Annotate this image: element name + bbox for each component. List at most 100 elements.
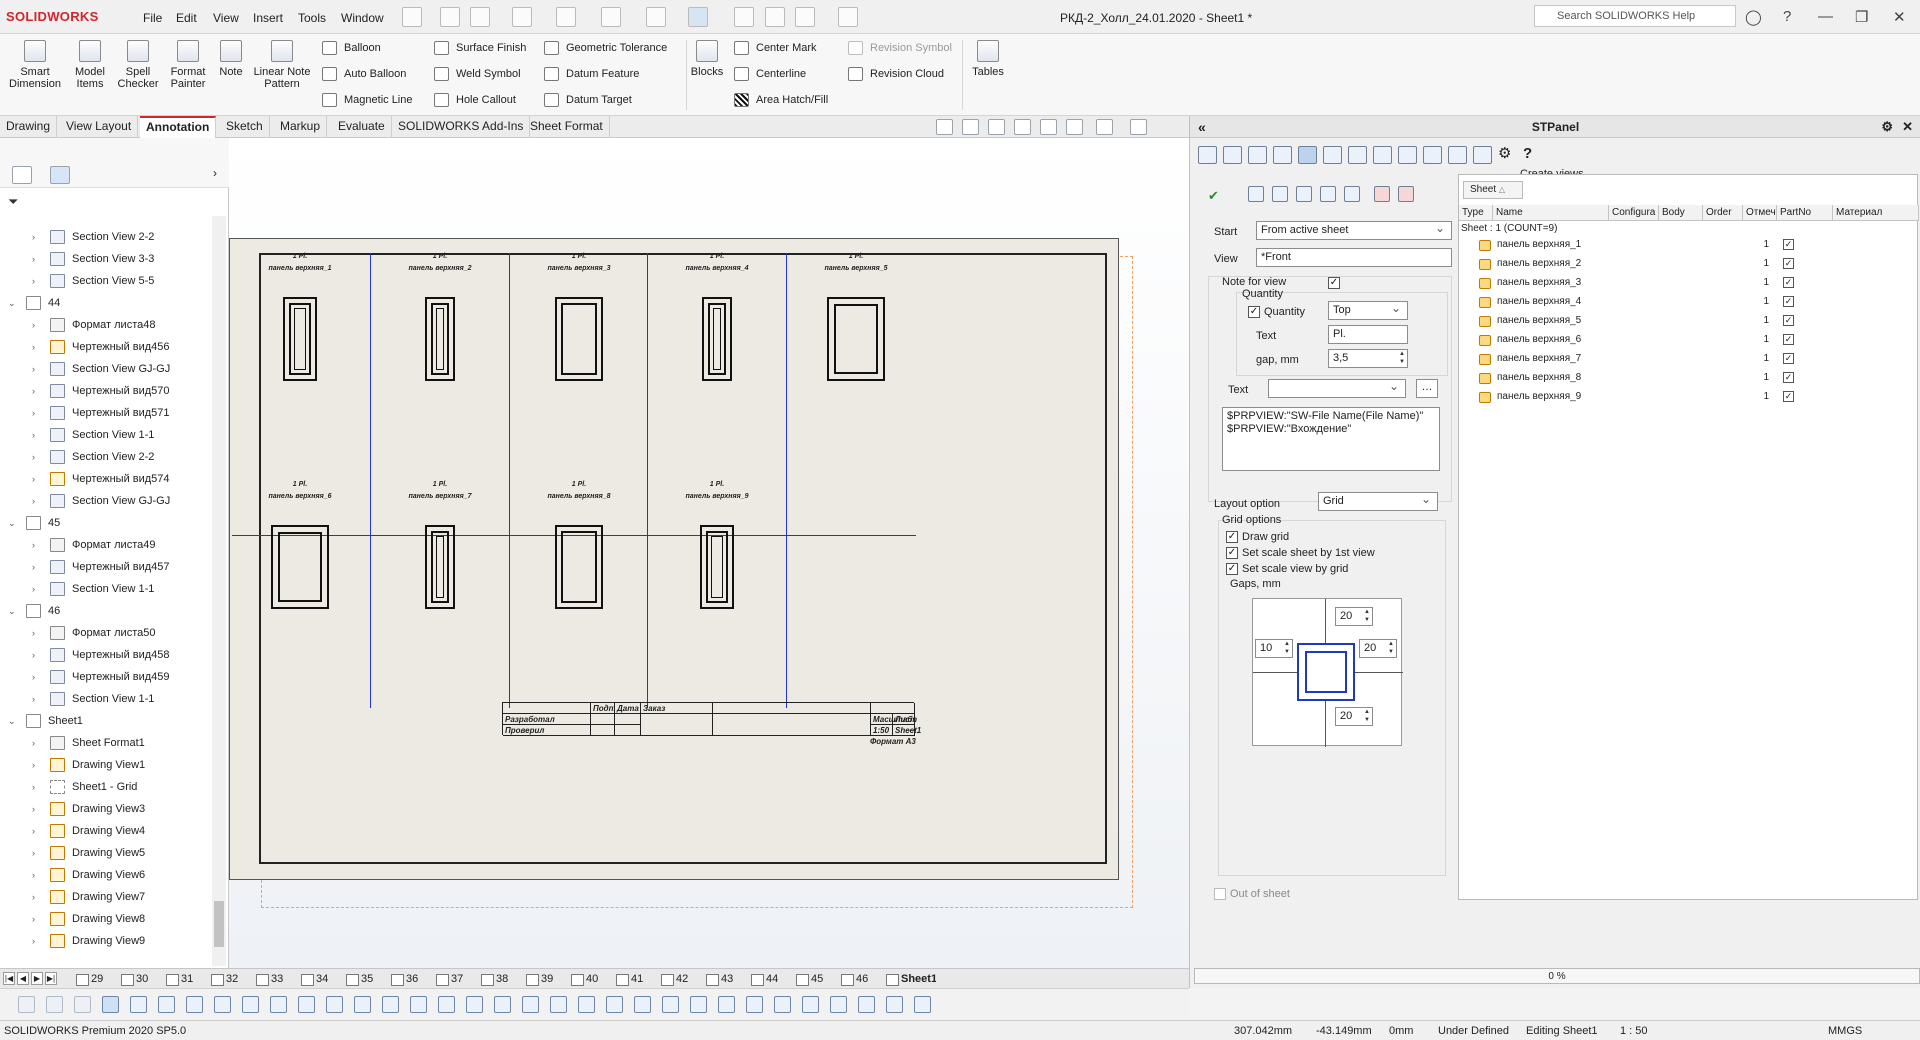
show-icon[interactable]	[914, 996, 931, 1013]
display-style-icon[interactable]	[1096, 119, 1113, 135]
chevron-right-icon[interactable]: ›	[32, 248, 35, 270]
chevron-right-icon[interactable]: ›	[32, 468, 35, 490]
tree-item[interactable]: › Drawing View4	[0, 820, 210, 842]
undo-icon[interactable]	[646, 7, 666, 27]
tree-item[interactable]: › Section View 2-2	[0, 446, 210, 468]
grid-icon[interactable]	[718, 996, 735, 1013]
quantity-text-input[interactable]: Pl.	[1328, 325, 1408, 344]
scale-view-checkbox[interactable]: ✓	[1226, 563, 1238, 575]
tab-evaluate[interactable]: Evaluate	[332, 116, 392, 138]
home-icon[interactable]	[440, 7, 460, 27]
circle-icon[interactable]	[242, 996, 259, 1013]
sheet-tab[interactable]: 30	[119, 971, 148, 987]
title-block[interactable]: Подп. Дата Заказ Разработал Масштаб Лист Прове…	[502, 702, 921, 736]
sheet-tab[interactable]: 37	[434, 971, 463, 987]
view-quantity-note[interactable]: 1 Pl.	[647, 253, 787, 260]
column-header[interactable]: Name	[1493, 205, 1609, 221]
row-checkbox[interactable]: ✓	[1783, 315, 1794, 326]
sheet-tab[interactable]: 40	[569, 971, 598, 987]
settings-gear-icon[interactable]: ⚙	[1881, 116, 1893, 138]
view-input[interactable]: *Front	[1256, 248, 1452, 267]
drawing-view[interactable]	[425, 525, 455, 609]
row-order[interactable]: 1	[1759, 294, 1769, 310]
drawing-view[interactable]	[555, 525, 603, 609]
note-button[interactable]: Note	[214, 38, 248, 78]
tree-item[interactable]: ⌄ 46	[0, 600, 210, 622]
solidworks-logo[interactable]: SOLIDWORKS	[6, 9, 99, 24]
chevron-right-icon[interactable]: ›	[32, 864, 35, 886]
tree-item[interactable]: › Drawing View7	[0, 886, 210, 908]
start-select[interactable]: From active sheet	[1256, 221, 1452, 240]
revision-symbol-button[interactable]: Revision Symbol	[848, 39, 952, 57]
chevron-right-icon[interactable]: ›	[32, 424, 35, 446]
view-e-icon[interactable]	[1344, 186, 1360, 202]
chevron-right-icon[interactable]: ›	[32, 578, 35, 600]
chevron-right-icon[interactable]: ›	[32, 666, 35, 688]
tree-item[interactable]: › Drawing View3	[0, 798, 210, 820]
draw-grid-checkbox[interactable]: ✓	[1226, 531, 1238, 543]
chevron-right-icon[interactable]: ›	[32, 556, 35, 578]
block-icon[interactable]	[634, 996, 651, 1013]
gap-bottom-spinner[interactable]: 20	[1335, 707, 1373, 726]
spell-checker-button[interactable]: Spell Checker	[116, 38, 160, 90]
row-checkbox[interactable]: ✓	[1783, 296, 1794, 307]
sheet-tab[interactable]: 41	[614, 971, 643, 987]
row-order[interactable]: 1	[1759, 313, 1769, 329]
tab-drawing[interactable]: Drawing	[0, 116, 58, 138]
tree-item[interactable]: › Чертежный вид459	[0, 666, 210, 688]
close-icon[interactable]: ✕	[1902, 116, 1913, 138]
gap-left-spinner[interactable]: 10	[1255, 639, 1293, 658]
tab-annotation[interactable]: Annotation	[140, 116, 217, 138]
sheet-tab[interactable]: 44	[749, 971, 778, 987]
balloon-button[interactable]: Balloon	[322, 39, 381, 57]
note-for-view-checkbox[interactable]: ✓	[1328, 277, 1340, 289]
row-order[interactable]: 1	[1759, 370, 1769, 386]
tree-item[interactable]: › Чертежный вид457	[0, 556, 210, 578]
weld-icon[interactable]	[466, 996, 483, 1013]
centerline-icon[interactable]	[606, 996, 623, 1013]
first-sheet-button[interactable]: |◀	[3, 972, 15, 985]
columns-icon[interactable]	[1473, 146, 1492, 164]
menu-file[interactable]: File	[143, 11, 162, 25]
browse-button[interactable]: …	[1416, 379, 1438, 398]
chevron-right-icon[interactable]: ›	[32, 754, 35, 776]
tree-item[interactable]: › Drawing View8	[0, 908, 210, 930]
table-row[interactable]: панель верхняя_9 1 ✓	[1459, 389, 1919, 405]
tables-button[interactable]: Tables	[966, 38, 1010, 78]
close-icon[interactable]: ✕	[1893, 8, 1906, 26]
view-a-icon[interactable]	[1248, 186, 1264, 202]
unit-system[interactable]: MMGS	[1828, 1025, 1862, 1037]
chevron-down-icon[interactable]: ⌄	[8, 512, 16, 534]
property-manager-tab-icon[interactable]	[50, 166, 70, 184]
settings-gear-icon[interactable]: ⚙	[1498, 146, 1517, 164]
sheet-tab[interactable]: 36	[389, 971, 418, 987]
table-row[interactable]: панель верхняя_4 1 ✓	[1459, 294, 1919, 310]
note-icon[interactable]	[382, 996, 399, 1013]
table-icon[interactable]	[662, 996, 679, 1013]
tree-item[interactable]: ⌄ Sheet1	[0, 710, 210, 732]
sheet-tab[interactable]: 29	[74, 971, 103, 987]
row-order[interactable]: 1	[1759, 351, 1769, 367]
area-hatch-button[interactable]: Area Hatch/Fill	[734, 91, 828, 109]
table-row[interactable]: панель верхняя_1 1 ✓	[1459, 237, 1919, 253]
sheet-tab[interactable]: 32	[209, 971, 238, 987]
menu-insert[interactable]: Insert	[253, 11, 283, 25]
row-checkbox[interactable]: ✓	[1783, 277, 1794, 288]
chevron-right-icon[interactable]: ›	[32, 380, 35, 402]
point-icon[interactable]	[158, 996, 175, 1013]
view-settings-icon[interactable]	[1130, 119, 1147, 135]
datum-icon[interactable]	[494, 996, 511, 1013]
sheet-tab[interactable]: Sheet1	[884, 971, 936, 987]
gap-top-spinner[interactable]: 20	[1335, 607, 1373, 626]
help-search-input[interactable]: Search SOLIDWORKS Help	[1534, 5, 1736, 27]
sheet-group-row[interactable]: Sheet : 1 (COUNT=9)	[1461, 223, 1557, 234]
list-icon[interactable]	[1448, 146, 1467, 164]
tree-item[interactable]: › Формат листа50	[0, 622, 210, 644]
gap-right-spinner[interactable]: 20	[1359, 639, 1397, 658]
surface-finish-icon[interactable]	[438, 996, 455, 1013]
tree-item[interactable]: ⌄ 44	[0, 292, 210, 314]
chevron-right-icon[interactable]: ›	[32, 644, 35, 666]
quantity-checkbox[interactable]: ✓	[1248, 306, 1260, 318]
delete-red-icon[interactable]	[1374, 186, 1390, 202]
tree-item[interactable]: › Section View 1-1	[0, 578, 210, 600]
